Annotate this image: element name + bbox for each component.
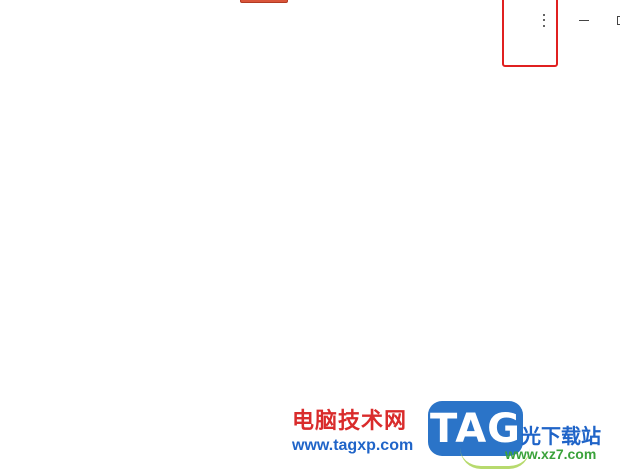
more-options-button[interactable]: [533, 9, 555, 31]
watermark-brand-url: www.tagxp.com: [292, 437, 414, 454]
watermark-brand-cn: 电脑技术网: [292, 409, 408, 434]
watermark-site-url: www.xz7.com: [505, 446, 597, 462]
toolbar-chip[interactable]: [240, 0, 288, 3]
maximize-icon: [616, 15, 620, 25]
more-vertical-icon: [543, 13, 546, 27]
minimize-icon: [579, 19, 589, 21]
minimize-button[interactable]: [573, 9, 595, 31]
watermark-site-cn: 光下载站: [521, 424, 601, 448]
maximize-button[interactable]: [610, 9, 620, 31]
window-controls: [510, 0, 620, 40]
